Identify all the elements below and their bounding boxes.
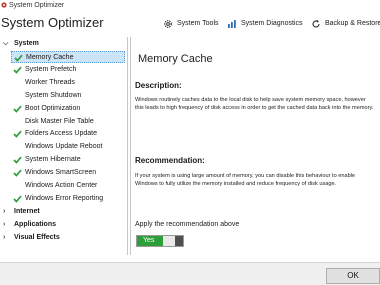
app-header: System Optimizer System Tools System Dia… bbox=[0, 11, 380, 35]
tree-category-label: System bbox=[14, 40, 39, 47]
system-diagnostics-button[interactable]: System Diagnostics bbox=[227, 18, 307, 30]
chevron-right-icon: › bbox=[3, 208, 6, 215]
page-title: Memory Cache bbox=[138, 53, 213, 65]
description-heading: Description: bbox=[135, 81, 182, 90]
tree-category-label: Visual Effects bbox=[14, 234, 60, 241]
gear-icon bbox=[164, 20, 172, 28]
recommendation-text: If your system is using large amount of … bbox=[135, 173, 356, 187]
sidebar-item[interactable]: Disk Master File Table bbox=[0, 116, 126, 128]
ok-button[interactable]: OK bbox=[326, 268, 380, 284]
recommendation-heading: Recommendation: bbox=[135, 156, 205, 165]
sidebar-item-label: Worker Threads bbox=[25, 78, 75, 86]
sidebar-item[interactable]: Windows Action Center bbox=[0, 180, 126, 192]
sidebar-item[interactable]: Windows Update Reboot bbox=[0, 141, 126, 153]
checkmark-icon bbox=[13, 66, 22, 74]
chevron-right-icon: › bbox=[3, 221, 6, 228]
chevron-right-icon: › bbox=[3, 234, 6, 241]
sidebar-item-label: Disk Master File Table bbox=[25, 117, 94, 125]
sidebar-item[interactable]: Memory Cache bbox=[11, 51, 125, 63]
tree-category-internet[interactable]: › Internet bbox=[0, 206, 126, 218]
detail-panel: Memory Cache Description: Windows routin… bbox=[130, 37, 380, 255]
toggle-on-label: Yes bbox=[137, 236, 163, 246]
checkmark-icon bbox=[14, 54, 23, 62]
footer-bar: OK bbox=[0, 262, 380, 285]
checkmark-icon bbox=[13, 195, 22, 203]
sidebar-item-label: System Shutdown bbox=[25, 91, 82, 99]
sidebar-item-label: Windows SmartScreen bbox=[25, 169, 97, 177]
checkmark-icon bbox=[13, 131, 22, 139]
tree-category-visual-effects[interactable]: › Visual Effects bbox=[0, 232, 126, 244]
sidebar-item[interactable]: System Prefetch bbox=[0, 64, 126, 76]
tree-category-label: Internet bbox=[14, 208, 40, 215]
sidebar-item-label: System Prefetch bbox=[25, 65, 77, 73]
sidebar-tree: ⌵ System Memory Cache System Prefetch Work… bbox=[0, 37, 128, 255]
sidebar-item[interactable]: Worker Threads bbox=[0, 77, 126, 89]
system-tools-button[interactable]: System Tools bbox=[163, 18, 223, 30]
chevron-down-icon: ⌵ bbox=[3, 40, 9, 47]
toggle-knob bbox=[175, 236, 183, 246]
sidebar-item[interactable]: System Shutdown bbox=[0, 90, 126, 102]
tree-category-applications[interactable]: › Applications bbox=[0, 219, 126, 231]
system-tools-label: System Tools bbox=[177, 20, 219, 27]
apply-recommendation-label: Apply the recommendation above bbox=[135, 221, 240, 228]
sidebar-item-label: System Hibernate bbox=[25, 156, 81, 164]
sidebar-item-label: Windows Update Reboot bbox=[25, 143, 103, 151]
checkmark-icon bbox=[13, 105, 22, 113]
sidebar-item-label: Windows Action Center bbox=[25, 182, 98, 189]
checkmark-icon bbox=[13, 156, 22, 164]
backup-restore-label: Backup & Restore bbox=[325, 20, 380, 27]
tree-category-system[interactable]: ⌵ System bbox=[0, 38, 126, 50]
sidebar-item-label: Memory Cache bbox=[26, 54, 74, 61]
sidebar-item[interactable]: Boot Optimization bbox=[0, 103, 126, 115]
apply-recommendation-toggle[interactable]: Yes bbox=[136, 235, 184, 247]
app-logo-icon bbox=[1, 2, 7, 8]
sidebar-item-label: Boot Optimization bbox=[25, 104, 81, 112]
app-name: System Optimizer bbox=[1, 15, 104, 30]
sidebar-item[interactable]: Windows Error Reporting bbox=[0, 193, 126, 205]
window-titlebar: System Optimizer bbox=[0, 0, 380, 11]
sidebar-item[interactable]: Folders Access Update bbox=[0, 128, 126, 140]
tree-category-label: Applications bbox=[14, 221, 57, 228]
system-diagnostics-label: System Diagnostics bbox=[241, 20, 303, 27]
sidebar-item[interactable]: System Hibernate bbox=[0, 154, 126, 166]
sidebar-item[interactable]: Windows SmartScreen bbox=[0, 167, 126, 179]
backup-restore-button[interactable]: Backup & Restore bbox=[311, 18, 380, 30]
checkmark-icon bbox=[13, 169, 22, 177]
refresh-icon bbox=[312, 19, 320, 28]
window-title: System Optimizer bbox=[9, 2, 65, 9]
sidebar-item-label: Windows Error Reporting bbox=[25, 194, 104, 202]
sidebar-item-label: Folders Access Update bbox=[25, 130, 97, 138]
bar-chart-icon bbox=[228, 20, 236, 28]
description-text: Windows routinely caches data to the loc… bbox=[135, 97, 374, 111]
